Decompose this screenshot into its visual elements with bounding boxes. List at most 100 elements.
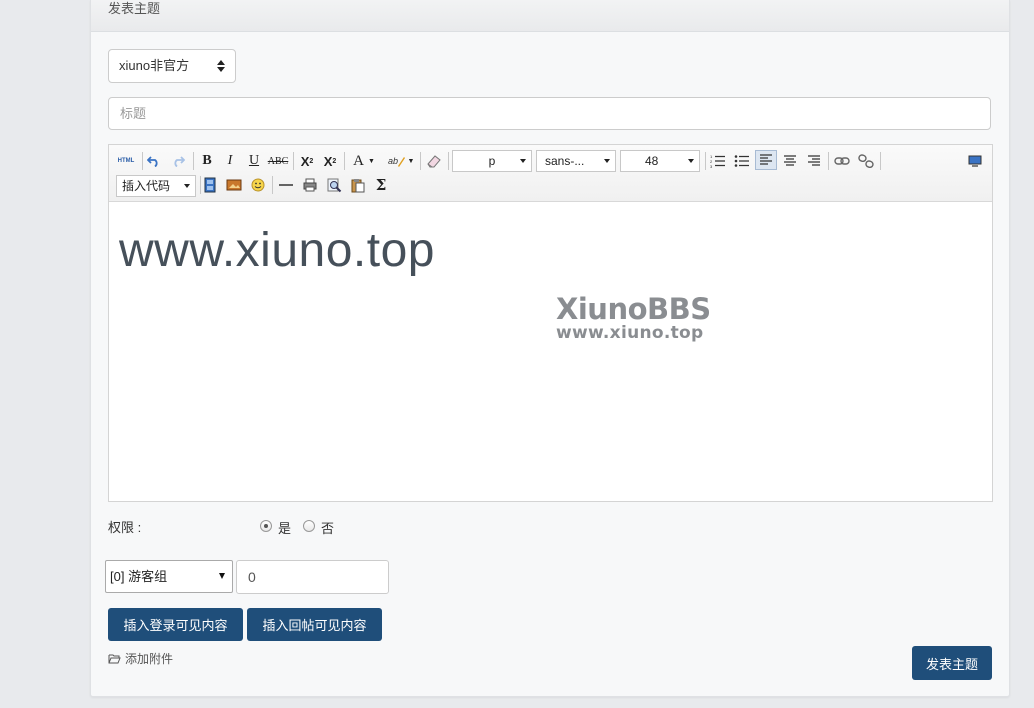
card-header: 发表主题 (91, 0, 1009, 32)
formula-button[interactable]: Σ (370, 175, 392, 195)
editor-toolbar: HTML B I U ABC X2 X2 A ▼ ab ▼ p sans-...… (109, 145, 992, 202)
font-color-button[interactable]: A ▼ (349, 151, 379, 171)
submit-post-label: 发表主题 (925, 656, 978, 672)
add-attachment-link[interactable]: 添加附件 (108, 650, 173, 667)
strikethrough-button[interactable]: ABC (267, 151, 289, 171)
highlight-pen-icon: ab (388, 156, 405, 167)
html-source-button[interactable]: HTML (114, 151, 138, 171)
bold-button[interactable]: B (196, 151, 218, 171)
ordered-list-icon: 123 (710, 154, 725, 168)
watermark: XiunoBBS www.xiuno.top (556, 292, 711, 343)
toolbar-separator (705, 152, 706, 170)
unlink-icon (858, 154, 874, 168)
editor-content[interactable]: www.xiuno.top (119, 223, 435, 278)
permission-yes-label: 是 (278, 521, 292, 536)
unordered-list-icon (734, 155, 749, 167)
undo-button[interactable] (143, 151, 165, 171)
ordered-list-button[interactable]: 123 (707, 151, 729, 171)
permission-label: 权限 : (108, 520, 142, 535)
watermark-url: www.xiuno.top (556, 323, 704, 343)
user-group-select[interactable]: [0] 游客组 (105, 560, 233, 593)
insert-code-label: 插入代码 (122, 179, 171, 193)
fullscreen-button[interactable] (964, 151, 986, 171)
horizontal-rule-icon (279, 184, 293, 186)
add-attachment-label: 添加附件 (125, 652, 174, 666)
insert-code-select[interactable]: 插入代码 (116, 175, 196, 197)
smiley-icon (251, 178, 265, 192)
toolbar-separator (293, 152, 294, 170)
folder-open-icon (108, 654, 121, 664)
superscript-button[interactable]: X2 (296, 151, 318, 171)
paragraph-format-value: p (488, 154, 496, 168)
svg-text:3: 3 (710, 164, 713, 168)
post-form-card: 发表主题 xiuno非官方 HTML B I U ABC X2 X (90, 0, 1010, 697)
align-right-icon (808, 155, 820, 166)
radio-unchecked-icon (303, 519, 315, 532)
image-icon (226, 179, 242, 191)
undo-icon (147, 156, 158, 167)
unlink-button[interactable] (855, 151, 877, 171)
permission-no-radio[interactable]: 否 (303, 518, 334, 537)
clipboard-icon (351, 178, 365, 192)
link-icon (834, 157, 850, 165)
align-center-icon (784, 155, 796, 166)
insert-emoji-button[interactable] (247, 175, 269, 195)
eraser-icon (427, 155, 441, 168)
permission-no-label: 否 (321, 521, 335, 536)
page-title: 发表主题 (108, 1, 161, 16)
preview-button[interactable] (323, 175, 345, 195)
toolbar-separator (828, 152, 829, 170)
toolbar-separator (420, 152, 421, 170)
printer-icon (303, 178, 317, 192)
submit-post-button[interactable]: 发表主题 (912, 646, 992, 680)
chevron-down-icon (184, 184, 190, 188)
rich-text-editor: HTML B I U ABC X2 X2 A ▼ ab ▼ p sans-...… (108, 144, 993, 502)
toolbar-separator (344, 152, 345, 170)
insert-reply-visible-label: 插入回帖可见内容 (262, 618, 367, 633)
amount-value: 0 (248, 569, 256, 585)
redo-icon (174, 156, 185, 167)
insert-video-button[interactable] (199, 175, 221, 195)
clear-format-button[interactable] (423, 151, 445, 171)
highlight-button[interactable]: ab ▼ (384, 151, 418, 171)
print-button[interactable] (299, 175, 321, 195)
magnifier-icon (327, 178, 341, 192)
font-size-select[interactable]: 48 (620, 150, 700, 172)
insert-link-button[interactable] (831, 151, 853, 171)
insert-login-visible-label: 插入登录可见内容 (123, 618, 228, 633)
chevron-down-icon (604, 159, 610, 163)
italic-button[interactable]: I (219, 151, 241, 171)
title-input[interactable] (108, 97, 991, 130)
forum-select[interactable]: xiuno非官方 (108, 49, 236, 83)
user-group-value: [0] 游客组 (110, 569, 168, 584)
insert-login-visible-button[interactable]: 插入登录可见内容 (108, 608, 243, 641)
subscript-button[interactable]: X2 (319, 151, 341, 171)
font-family-value: sans-... (545, 154, 585, 168)
chevron-down-icon (520, 159, 526, 163)
align-center-button[interactable] (779, 151, 801, 171)
svg-text:ab: ab (388, 156, 398, 166)
permission-yes-radio[interactable]: 是 (260, 518, 291, 537)
watermark-title: XiunoBBS (556, 292, 711, 326)
insert-image-button[interactable] (223, 175, 245, 195)
chevron-down-icon (688, 159, 694, 163)
align-left-icon (760, 154, 772, 165)
forum-select-value: xiuno非官方 (119, 58, 190, 73)
insert-reply-visible-button[interactable]: 插入回帖可见内容 (247, 608, 382, 641)
unordered-list-button[interactable] (731, 151, 753, 171)
redo-button[interactable] (167, 151, 189, 171)
paste-button[interactable] (347, 175, 369, 195)
amount-input[interactable]: 0 (236, 560, 389, 594)
toolbar-separator (448, 152, 449, 170)
select-arrows-icon (217, 60, 225, 72)
toolbar-separator (272, 176, 273, 194)
align-left-button[interactable] (755, 150, 777, 170)
radio-checked-icon (260, 519, 272, 532)
film-icon (204, 177, 216, 193)
underline-button[interactable]: U (243, 151, 265, 171)
align-right-button[interactable] (803, 151, 825, 171)
horizontal-rule-button[interactable] (275, 175, 297, 195)
paragraph-format-select[interactable]: p (452, 150, 532, 172)
monitor-icon (968, 155, 982, 167)
font-family-select[interactable]: sans-... (536, 150, 616, 172)
